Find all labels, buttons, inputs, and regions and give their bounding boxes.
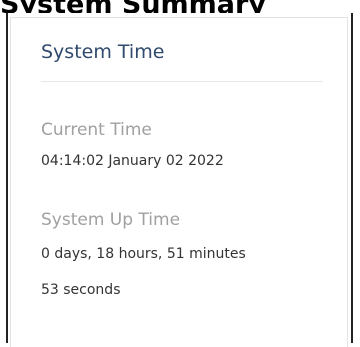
card-divider	[41, 81, 323, 82]
card-title: System Time	[41, 41, 165, 63]
page-heading-text: System Summary	[0, 0, 266, 14]
cut-off-page-heading: System Summary	[0, 0, 360, 14]
system-uptime-value-line1: 0 days, 18 hours, 51 minutes	[41, 246, 246, 262]
current-time-value: 04:14:02 January 02 2022	[41, 153, 224, 169]
current-time-label: Current Time	[41, 120, 152, 140]
system-uptime-label: System Up Time	[41, 210, 181, 230]
system-uptime-value-line2: 53 seconds	[41, 282, 121, 298]
